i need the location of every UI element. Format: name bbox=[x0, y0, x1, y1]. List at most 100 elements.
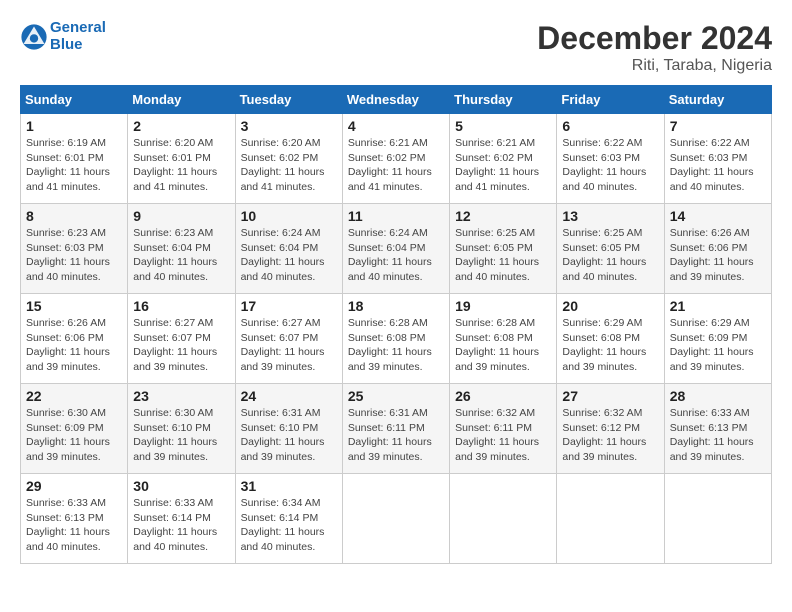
day-number: 18 bbox=[348, 298, 444, 314]
day-cell-6: 6 Sunrise: 6:22 AM Sunset: 6:03 PM Dayli… bbox=[557, 114, 664, 204]
day-cell-8: 8 Sunrise: 6:23 AM Sunset: 6:03 PM Dayli… bbox=[21, 204, 128, 294]
day-number: 21 bbox=[670, 298, 766, 314]
day-number: 14 bbox=[670, 208, 766, 224]
header-monday: Monday bbox=[128, 86, 235, 114]
week-row-3: 15 Sunrise: 6:26 AM Sunset: 6:06 PM Dayl… bbox=[21, 294, 772, 384]
header-sunday: Sunday bbox=[21, 86, 128, 114]
day-info: Sunrise: 6:23 AM Sunset: 6:04 PM Dayligh… bbox=[133, 226, 229, 285]
day-number: 5 bbox=[455, 118, 551, 134]
day-cell-9: 9 Sunrise: 6:23 AM Sunset: 6:04 PM Dayli… bbox=[128, 204, 235, 294]
header-wednesday: Wednesday bbox=[342, 86, 449, 114]
day-number: 26 bbox=[455, 388, 551, 404]
day-number: 10 bbox=[241, 208, 337, 224]
day-number: 1 bbox=[26, 118, 122, 134]
day-number: 9 bbox=[133, 208, 229, 224]
day-info: Sunrise: 6:22 AM Sunset: 6:03 PM Dayligh… bbox=[562, 136, 658, 195]
day-info: Sunrise: 6:24 AM Sunset: 6:04 PM Dayligh… bbox=[348, 226, 444, 285]
day-info: Sunrise: 6:31 AM Sunset: 6:11 PM Dayligh… bbox=[348, 406, 444, 465]
day-info: Sunrise: 6:34 AM Sunset: 6:14 PM Dayligh… bbox=[241, 496, 337, 555]
day-cell-22: 22 Sunrise: 6:30 AM Sunset: 6:09 PM Dayl… bbox=[21, 384, 128, 474]
day-number: 30 bbox=[133, 478, 229, 494]
day-number: 4 bbox=[348, 118, 444, 134]
day-number: 27 bbox=[562, 388, 658, 404]
location-title: Riti, Taraba, Nigeria bbox=[537, 57, 772, 75]
logo-text-blue: Blue bbox=[50, 37, 106, 54]
day-info: Sunrise: 6:27 AM Sunset: 6:07 PM Dayligh… bbox=[241, 316, 337, 375]
day-info: Sunrise: 6:33 AM Sunset: 6:14 PM Dayligh… bbox=[133, 496, 229, 555]
day-cell-21: 21 Sunrise: 6:29 AM Sunset: 6:09 PM Dayl… bbox=[664, 294, 771, 384]
week-row-4: 22 Sunrise: 6:30 AM Sunset: 6:09 PM Dayl… bbox=[21, 384, 772, 474]
day-number: 17 bbox=[241, 298, 337, 314]
day-cell-25: 25 Sunrise: 6:31 AM Sunset: 6:11 PM Dayl… bbox=[342, 384, 449, 474]
day-info: Sunrise: 6:29 AM Sunset: 6:08 PM Dayligh… bbox=[562, 316, 658, 375]
day-number: 29 bbox=[26, 478, 122, 494]
calendar-header-row: SundayMondayTuesdayWednesdayThursdayFrid… bbox=[21, 86, 772, 114]
header-saturday: Saturday bbox=[664, 86, 771, 114]
day-cell-30: 30 Sunrise: 6:33 AM Sunset: 6:14 PM Dayl… bbox=[128, 474, 235, 564]
empty-cell bbox=[664, 474, 771, 564]
day-cell-13: 13 Sunrise: 6:25 AM Sunset: 6:05 PM Dayl… bbox=[557, 204, 664, 294]
day-number: 31 bbox=[241, 478, 337, 494]
day-info: Sunrise: 6:26 AM Sunset: 6:06 PM Dayligh… bbox=[670, 226, 766, 285]
day-cell-3: 3 Sunrise: 6:20 AM Sunset: 6:02 PM Dayli… bbox=[235, 114, 342, 204]
day-cell-12: 12 Sunrise: 6:25 AM Sunset: 6:05 PM Dayl… bbox=[450, 204, 557, 294]
week-row-1: 1 Sunrise: 6:19 AM Sunset: 6:01 PM Dayli… bbox=[21, 114, 772, 204]
day-cell-16: 16 Sunrise: 6:27 AM Sunset: 6:07 PM Dayl… bbox=[128, 294, 235, 384]
header-tuesday: Tuesday bbox=[235, 86, 342, 114]
day-number: 6 bbox=[562, 118, 658, 134]
day-info: Sunrise: 6:30 AM Sunset: 6:10 PM Dayligh… bbox=[133, 406, 229, 465]
week-row-2: 8 Sunrise: 6:23 AM Sunset: 6:03 PM Dayli… bbox=[21, 204, 772, 294]
day-number: 2 bbox=[133, 118, 229, 134]
day-cell-18: 18 Sunrise: 6:28 AM Sunset: 6:08 PM Dayl… bbox=[342, 294, 449, 384]
day-cell-29: 29 Sunrise: 6:33 AM Sunset: 6:13 PM Dayl… bbox=[21, 474, 128, 564]
title-section: December 2024 Riti, Taraba, Nigeria bbox=[537, 20, 772, 75]
day-info: Sunrise: 6:27 AM Sunset: 6:07 PM Dayligh… bbox=[133, 316, 229, 375]
day-cell-7: 7 Sunrise: 6:22 AM Sunset: 6:03 PM Dayli… bbox=[664, 114, 771, 204]
day-cell-15: 15 Sunrise: 6:26 AM Sunset: 6:06 PM Dayl… bbox=[21, 294, 128, 384]
day-number: 8 bbox=[26, 208, 122, 224]
day-number: 7 bbox=[670, 118, 766, 134]
day-cell-4: 4 Sunrise: 6:21 AM Sunset: 6:02 PM Dayli… bbox=[342, 114, 449, 204]
empty-cell bbox=[557, 474, 664, 564]
day-cell-27: 27 Sunrise: 6:32 AM Sunset: 6:12 PM Dayl… bbox=[557, 384, 664, 474]
day-number: 25 bbox=[348, 388, 444, 404]
day-info: Sunrise: 6:24 AM Sunset: 6:04 PM Dayligh… bbox=[241, 226, 337, 285]
day-cell-10: 10 Sunrise: 6:24 AM Sunset: 6:04 PM Dayl… bbox=[235, 204, 342, 294]
day-cell-23: 23 Sunrise: 6:30 AM Sunset: 6:10 PM Dayl… bbox=[128, 384, 235, 474]
day-info: Sunrise: 6:29 AM Sunset: 6:09 PM Dayligh… bbox=[670, 316, 766, 375]
logo-icon bbox=[20, 23, 48, 51]
day-info: Sunrise: 6:23 AM Sunset: 6:03 PM Dayligh… bbox=[26, 226, 122, 285]
day-number: 16 bbox=[133, 298, 229, 314]
day-info: Sunrise: 6:32 AM Sunset: 6:12 PM Dayligh… bbox=[562, 406, 658, 465]
day-info: Sunrise: 6:25 AM Sunset: 6:05 PM Dayligh… bbox=[455, 226, 551, 285]
day-info: Sunrise: 6:20 AM Sunset: 6:02 PM Dayligh… bbox=[241, 136, 337, 195]
day-info: Sunrise: 6:33 AM Sunset: 6:13 PM Dayligh… bbox=[670, 406, 766, 465]
day-cell-26: 26 Sunrise: 6:32 AM Sunset: 6:11 PM Dayl… bbox=[450, 384, 557, 474]
day-number: 11 bbox=[348, 208, 444, 224]
calendar-table: SundayMondayTuesdayWednesdayThursdayFrid… bbox=[20, 85, 772, 564]
day-number: 3 bbox=[241, 118, 337, 134]
day-info: Sunrise: 6:19 AM Sunset: 6:01 PM Dayligh… bbox=[26, 136, 122, 195]
day-cell-1: 1 Sunrise: 6:19 AM Sunset: 6:01 PM Dayli… bbox=[21, 114, 128, 204]
logo: General Blue bbox=[20, 20, 106, 53]
header-thursday: Thursday bbox=[450, 86, 557, 114]
month-title: December 2024 bbox=[537, 20, 772, 57]
empty-cell bbox=[342, 474, 449, 564]
day-info: Sunrise: 6:26 AM Sunset: 6:06 PM Dayligh… bbox=[26, 316, 122, 375]
day-info: Sunrise: 6:28 AM Sunset: 6:08 PM Dayligh… bbox=[348, 316, 444, 375]
day-number: 13 bbox=[562, 208, 658, 224]
day-cell-2: 2 Sunrise: 6:20 AM Sunset: 6:01 PM Dayli… bbox=[128, 114, 235, 204]
day-number: 20 bbox=[562, 298, 658, 314]
week-row-5: 29 Sunrise: 6:33 AM Sunset: 6:13 PM Dayl… bbox=[21, 474, 772, 564]
day-number: 28 bbox=[670, 388, 766, 404]
day-cell-20: 20 Sunrise: 6:29 AM Sunset: 6:08 PM Dayl… bbox=[557, 294, 664, 384]
day-info: Sunrise: 6:30 AM Sunset: 6:09 PM Dayligh… bbox=[26, 406, 122, 465]
day-number: 22 bbox=[26, 388, 122, 404]
day-cell-11: 11 Sunrise: 6:24 AM Sunset: 6:04 PM Dayl… bbox=[342, 204, 449, 294]
day-cell-14: 14 Sunrise: 6:26 AM Sunset: 6:06 PM Dayl… bbox=[664, 204, 771, 294]
day-info: Sunrise: 6:33 AM Sunset: 6:13 PM Dayligh… bbox=[26, 496, 122, 555]
header: General Blue December 2024 Riti, Taraba,… bbox=[20, 20, 772, 75]
empty-cell bbox=[450, 474, 557, 564]
day-number: 12 bbox=[455, 208, 551, 224]
day-number: 19 bbox=[455, 298, 551, 314]
